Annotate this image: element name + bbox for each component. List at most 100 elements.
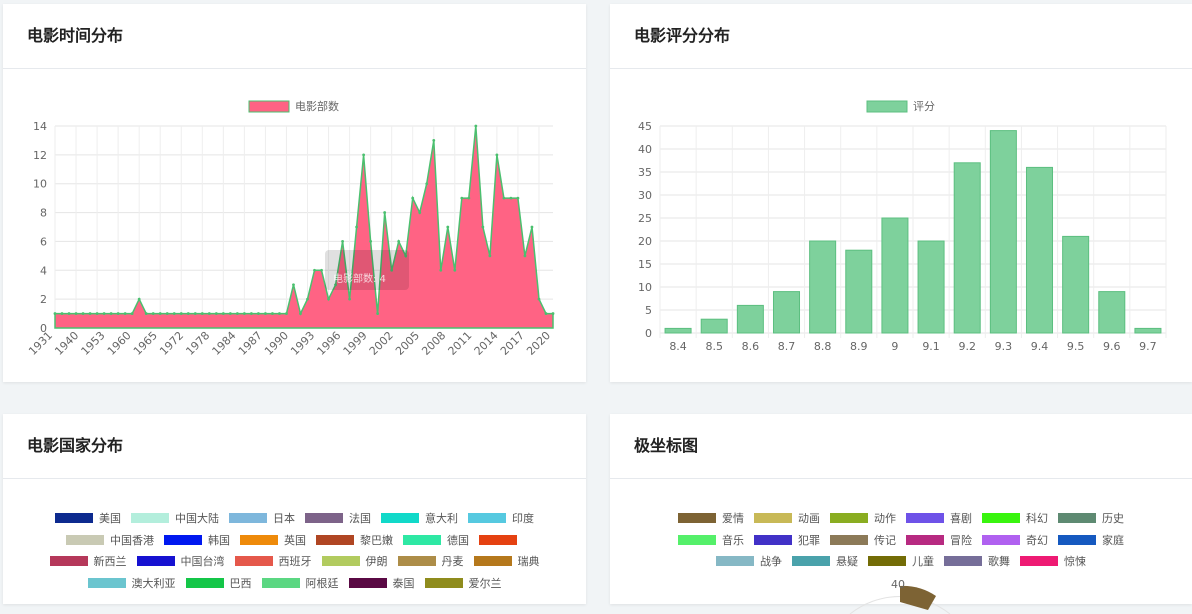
bar (736, 304, 764, 334)
legend-item[interactable]: 喜剧 (906, 510, 972, 526)
legend-item[interactable]: 音乐 (678, 532, 744, 548)
legend-item[interactable]: 法国 (305, 510, 371, 526)
legend-item[interactable]: 犯罪 (754, 532, 820, 548)
x-tick-label: 2005 (393, 329, 422, 358)
legend-item[interactable]: 儿童 (868, 553, 934, 569)
data-point (193, 312, 197, 315)
data-point (460, 196, 464, 200)
legend-item[interactable]: 韩国 (164, 532, 230, 548)
data-point (278, 312, 281, 315)
legend-item[interactable]: 巴西 (185, 575, 252, 591)
legend-item[interactable]: 战争 (716, 553, 782, 569)
y-tick-label: 10 (33, 178, 47, 191)
x-tick-label: 1931 (26, 329, 55, 358)
legend-item[interactable]: 美国 (55, 510, 121, 526)
legend-swatch (185, 577, 224, 588)
y-tick-label: 6 (40, 235, 47, 248)
legend-item[interactable]: 英国 (240, 532, 306, 548)
legend-item[interactable]: 家庭 (1058, 532, 1124, 548)
x-tick-label: 2017 (498, 329, 527, 358)
legend-item[interactable]: 泰国 (348, 575, 415, 591)
x-tick-label: 8.5 (705, 340, 723, 353)
area-series (54, 125, 554, 329)
data-point (446, 225, 450, 229)
legend-item[interactable]: 冒险 (906, 532, 972, 548)
divider (3, 478, 586, 479)
legend-item[interactable]: 中国台湾 (136, 553, 225, 569)
legend-swatch (830, 513, 868, 523)
legend-item[interactable]: 爱尔兰 (424, 575, 502, 591)
legend-label: 瑞典 (517, 555, 540, 568)
legend-swatch (479, 534, 517, 545)
card-title-country: 电影国家分布 (27, 436, 124, 455)
legend-item[interactable]: 奇幻 (982, 532, 1048, 548)
legend-item[interactable]: 丹麦 (397, 553, 464, 569)
legend-item[interactable]: 悬疑 (792, 553, 858, 569)
legend-item[interactable]: 惊悚 (1020, 553, 1086, 569)
data-point (327, 297, 330, 301)
legend-item[interactable]: 历史 (1058, 510, 1124, 526)
legend-item[interactable]: 澳大利亚 (87, 575, 176, 591)
bar (953, 162, 981, 334)
legend-item[interactable]: 中国香港 (66, 532, 154, 548)
bar (1025, 166, 1054, 334)
data-point (207, 312, 211, 315)
x-tick-label: 9.1 (922, 340, 940, 353)
data-point (362, 153, 366, 157)
legend-label: 泰国 (392, 576, 415, 590)
data-point (341, 240, 344, 243)
legend-swatch (240, 534, 278, 545)
x-tick-label: 1987 (236, 329, 265, 358)
legend-item[interactable]: 阿根廷 (261, 575, 339, 591)
legend-item[interactable]: 日本 (229, 510, 295, 526)
legend-item[interactable]: 新西兰 (49, 553, 127, 569)
polar-segment (900, 585, 936, 610)
legend-item[interactable]: 瑞典 (473, 553, 540, 569)
legend-label: 德国 (447, 533, 469, 547)
legend-label: 历史 (1102, 512, 1124, 525)
legend-item[interactable]: 印度 (468, 510, 534, 526)
legend-swatch (403, 534, 441, 545)
legend-swatch (424, 577, 463, 588)
legend-item[interactable]: 中国大陆 (131, 510, 219, 526)
legend-item[interactable]: 黎巴嫩 (316, 532, 393, 548)
legend-item[interactable]: 科幻 (982, 510, 1048, 526)
legend-item[interactable]: 伊朗 (321, 553, 388, 569)
legend-item[interactable]: 动画 (754, 510, 820, 526)
legend-item[interactable]: 传记 (830, 532, 896, 548)
data-point (313, 268, 316, 272)
data-point (397, 240, 401, 243)
data-point (488, 254, 492, 258)
x-tick-label: 1953 (79, 329, 108, 358)
legend-swatch (248, 100, 290, 113)
card-polar: 极坐标图 爱情 动画 动作 喜剧 科幻 历史 音乐 犯罪 传记 冒险 奇幻 家庭 战争 悬疑 儿童 歌舞 惊悚 … (610, 414, 1192, 614)
data-point (151, 312, 155, 315)
legend-swatch (316, 534, 354, 545)
data-point (158, 312, 162, 315)
data-point (537, 297, 541, 301)
legend-item[interactable]: 动作 (830, 510, 896, 526)
x-tick-label: 2020 (524, 329, 553, 358)
legend-row: 美国 中国大陆 日本 法国 意大利 印度 (3, 510, 586, 526)
legend-item[interactable]: 德国 (403, 532, 469, 548)
legend-item[interactable] (479, 532, 523, 548)
data-point (116, 312, 120, 315)
legend-label: 意大利 (425, 512, 458, 525)
legend-item[interactable]: 意大利 (381, 510, 458, 526)
legend-item[interactable]: 歌舞 (944, 553, 1010, 569)
legend-swatch (868, 556, 906, 566)
x-tick-label: 8.8 (814, 340, 832, 353)
legend-item[interactable]: 爱情 (678, 510, 744, 526)
legend-item[interactable]: 西班牙 (234, 553, 312, 569)
x-tick-label: 8.6 (742, 340, 760, 353)
legend-label: 英国 (284, 533, 306, 547)
legend-label: 科幻 (1026, 512, 1048, 525)
y-tick-label: 35 (638, 166, 652, 179)
x-tick-label: 2002 (367, 329, 396, 358)
divider (610, 478, 1192, 479)
data-point (60, 312, 64, 315)
data-point (348, 297, 351, 301)
data-point (411, 196, 415, 200)
tooltip-text: 电影部数: 4 (333, 272, 386, 285)
x-tick-label: 1940 (52, 329, 81, 358)
